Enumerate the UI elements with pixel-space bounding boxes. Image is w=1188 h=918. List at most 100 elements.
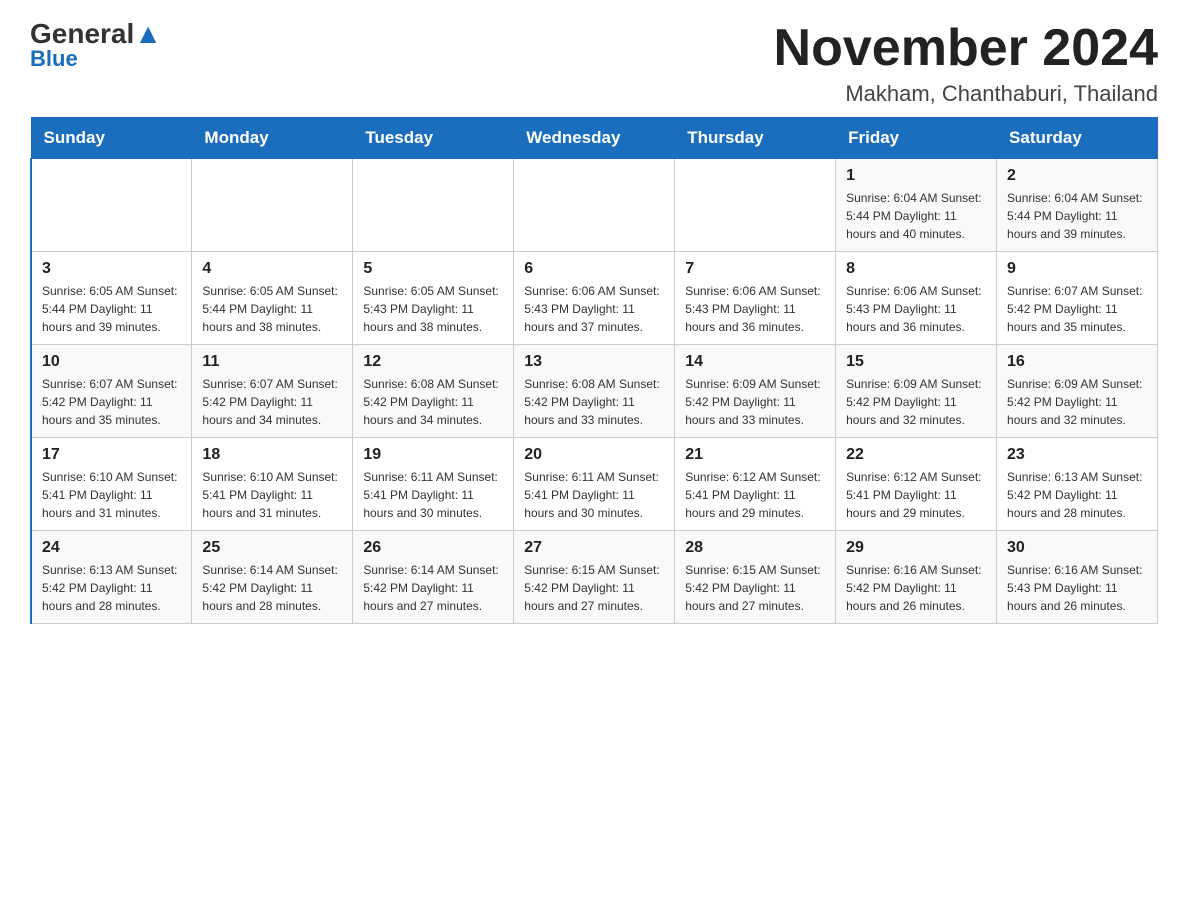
day-info: Sunrise: 6:05 AM Sunset: 5:44 PM Dayligh…: [42, 282, 181, 336]
day-number: 14: [685, 353, 825, 371]
table-row: 15Sunrise: 6:09 AM Sunset: 5:42 PM Dayli…: [836, 345, 997, 438]
day-info: Sunrise: 6:05 AM Sunset: 5:43 PM Dayligh…: [363, 282, 503, 336]
logo-triangle-icon: ▲: [134, 18, 162, 49]
day-info: Sunrise: 6:11 AM Sunset: 5:41 PM Dayligh…: [524, 468, 664, 522]
day-info: Sunrise: 6:08 AM Sunset: 5:42 PM Dayligh…: [363, 375, 503, 429]
day-number: 4: [202, 260, 342, 278]
table-row: 8 Sunrise: 6:06 AM Sunset: 5:43 PM Daylig…: [836, 252, 997, 345]
table-row: [192, 159, 353, 252]
day-info: Sunrise: 6:09 AM Sunset: 5:42 PM Dayligh…: [685, 375, 825, 429]
day-number: 11: [202, 353, 342, 371]
location-title: Makham, Chanthaburi, Thailand: [774, 81, 1158, 107]
day-info: Sunrise: 6:16 AM Sunset: 5:43 PM Dayligh…: [1007, 561, 1147, 615]
table-row: 30Sunrise: 6:16 AM Sunset: 5:43 PM Dayli…: [997, 531, 1158, 624]
day-info: Sunrise: 6:07 AM Sunset: 5:42 PM Dayligh…: [202, 375, 342, 429]
day-number: 25: [202, 539, 342, 557]
day-number: 3: [42, 260, 181, 278]
day-info: Sunrise: 6:04 AM Sunset: 5:44 PM Dayligh…: [1007, 189, 1147, 243]
table-row: 14 Sunrise: 6:09 AM Sunset: 5:42 PM Dayli…: [675, 345, 836, 438]
day-info: Sunrise: 6:07 AM Sunset: 5:42 PM Dayligh…: [1007, 282, 1147, 336]
calendar-table: Sunday Monday Tuesday Wednesday Thursday…: [30, 117, 1158, 624]
calendar-week-4: 17 Sunrise: 6:10 AM Sunset: 5:41 PM Dayli…: [31, 438, 1158, 531]
table-row: 26 Sunrise: 6:14 AM Sunset: 5:42 PM Dayli…: [353, 531, 514, 624]
table-row: 4 Sunrise: 6:05 AM Sunset: 5:44 PM Daylig…: [192, 252, 353, 345]
table-row: 1Sunrise: 6:04 AM Sunset: 5:44 PM Daylig…: [836, 159, 997, 252]
day-number: 24: [42, 539, 181, 557]
table-row: 12Sunrise: 6:08 AM Sunset: 5:42 PM Dayli…: [353, 345, 514, 438]
day-number: 9: [1007, 260, 1147, 278]
month-title: November 2024: [774, 20, 1158, 77]
day-number: 19: [363, 446, 503, 464]
day-number: 8: [846, 260, 986, 278]
table-row: 27 Sunrise: 6:15 AM Sunset: 5:42 PM Dayli…: [514, 531, 675, 624]
table-row: 16 Sunrise: 6:09 AM Sunset: 5:42 PM Dayli…: [997, 345, 1158, 438]
day-info: Sunrise: 6:15 AM Sunset: 5:42 PM Dayligh…: [524, 561, 664, 615]
day-info: Sunrise: 6:14 AM Sunset: 5:42 PM Dayligh…: [363, 561, 503, 615]
day-info: Sunrise: 6:08 AM Sunset: 5:42 PM Dayligh…: [524, 375, 664, 429]
day-info: Sunrise: 6:06 AM Sunset: 5:43 PM Dayligh…: [524, 282, 664, 336]
logo-blue: Blue: [30, 46, 78, 72]
table-row: [353, 159, 514, 252]
day-info: Sunrise: 6:06 AM Sunset: 5:43 PM Dayligh…: [685, 282, 825, 336]
table-row: 23 Sunrise: 6:13 AM Sunset: 5:42 PM Dayli…: [997, 438, 1158, 531]
day-info: Sunrise: 6:15 AM Sunset: 5:42 PM Dayligh…: [685, 561, 825, 615]
day-info: Sunrise: 6:09 AM Sunset: 5:42 PM Dayligh…: [1007, 375, 1147, 429]
table-row: [675, 159, 836, 252]
day-info: Sunrise: 6:04 AM Sunset: 5:44 PM Dayligh…: [846, 189, 986, 243]
table-row: 28 Sunrise: 6:15 AM Sunset: 5:42 PM Dayli…: [675, 531, 836, 624]
day-number: 26: [363, 539, 503, 557]
table-row: 17 Sunrise: 6:10 AM Sunset: 5:41 PM Dayli…: [31, 438, 192, 531]
table-row: 13Sunrise: 6:08 AM Sunset: 5:42 PM Dayli…: [514, 345, 675, 438]
table-row: 18Sunrise: 6:10 AM Sunset: 5:41 PM Dayli…: [192, 438, 353, 531]
logo-general: General▲: [30, 20, 162, 48]
calendar-header-row: Sunday Monday Tuesday Wednesday Thursday…: [31, 118, 1158, 159]
table-row: 11 Sunrise: 6:07 AM Sunset: 5:42 PM Dayli…: [192, 345, 353, 438]
day-number: 7: [685, 260, 825, 278]
day-number: 21: [685, 446, 825, 464]
day-info: Sunrise: 6:16 AM Sunset: 5:42 PM Dayligh…: [846, 561, 986, 615]
col-thursday: Thursday: [675, 118, 836, 159]
table-row: 20 Sunrise: 6:11 AM Sunset: 5:41 PM Dayli…: [514, 438, 675, 531]
day-info: Sunrise: 6:10 AM Sunset: 5:41 PM Dayligh…: [202, 468, 342, 522]
day-info: Sunrise: 6:13 AM Sunset: 5:42 PM Dayligh…: [1007, 468, 1147, 522]
table-row: 9 Sunrise: 6:07 AM Sunset: 5:42 PM Daylig…: [997, 252, 1158, 345]
day-number: 16: [1007, 353, 1147, 371]
day-info: Sunrise: 6:13 AM Sunset: 5:42 PM Dayligh…: [42, 561, 181, 615]
table-row: [514, 159, 675, 252]
day-number: 17: [42, 446, 181, 464]
day-number: 29: [846, 539, 986, 557]
day-info: Sunrise: 6:06 AM Sunset: 5:43 PM Dayligh…: [846, 282, 986, 336]
table-row: 6Sunrise: 6:06 AM Sunset: 5:43 PM Daylig…: [514, 252, 675, 345]
day-info: Sunrise: 6:14 AM Sunset: 5:42 PM Dayligh…: [202, 561, 342, 615]
day-number: 2: [1007, 167, 1147, 185]
table-row: 19 Sunrise: 6:11 AM Sunset: 5:41 PM Dayli…: [353, 438, 514, 531]
calendar-week-3: 10 Sunrise: 6:07 AM Sunset: 5:42 PM Dayli…: [31, 345, 1158, 438]
day-info: Sunrise: 6:12 AM Sunset: 5:41 PM Dayligh…: [685, 468, 825, 522]
table-row: 21 Sunrise: 6:12 AM Sunset: 5:41 PM Dayli…: [675, 438, 836, 531]
day-number: 28: [685, 539, 825, 557]
table-row: 22Sunrise: 6:12 AM Sunset: 5:41 PM Dayli…: [836, 438, 997, 531]
day-number: 20: [524, 446, 664, 464]
day-number: 23: [1007, 446, 1147, 464]
day-number: 27: [524, 539, 664, 557]
logo: General▲ Blue: [30, 20, 162, 72]
day-info: Sunrise: 6:09 AM Sunset: 5:42 PM Dayligh…: [846, 375, 986, 429]
day-info: Sunrise: 6:11 AM Sunset: 5:41 PM Dayligh…: [363, 468, 503, 522]
col-tuesday: Tuesday: [353, 118, 514, 159]
table-row: 25 Sunrise: 6:14 AM Sunset: 5:42 PM Dayli…: [192, 531, 353, 624]
col-saturday: Saturday: [997, 118, 1158, 159]
table-row: 5 Sunrise: 6:05 AM Sunset: 5:43 PM Daylig…: [353, 252, 514, 345]
day-number: 10: [42, 353, 181, 371]
day-number: 5: [363, 260, 503, 278]
day-number: 22: [846, 446, 986, 464]
table-row: [31, 159, 192, 252]
col-sunday: Sunday: [31, 118, 192, 159]
day-info: Sunrise: 6:05 AM Sunset: 5:44 PM Dayligh…: [202, 282, 342, 336]
title-section: November 2024 Makham, Chanthaburi, Thail…: [774, 20, 1158, 107]
page-header: General▲ Blue November 2024 Makham, Chan…: [30, 20, 1158, 107]
table-row: 2 Sunrise: 6:04 AM Sunset: 5:44 PM Daylig…: [997, 159, 1158, 252]
calendar-week-1: 1Sunrise: 6:04 AM Sunset: 5:44 PM Daylig…: [31, 159, 1158, 252]
table-row: 7 Sunrise: 6:06 AM Sunset: 5:43 PM Daylig…: [675, 252, 836, 345]
day-info: Sunrise: 6:10 AM Sunset: 5:41 PM Dayligh…: [42, 468, 181, 522]
day-info: Sunrise: 6:07 AM Sunset: 5:42 PM Dayligh…: [42, 375, 181, 429]
